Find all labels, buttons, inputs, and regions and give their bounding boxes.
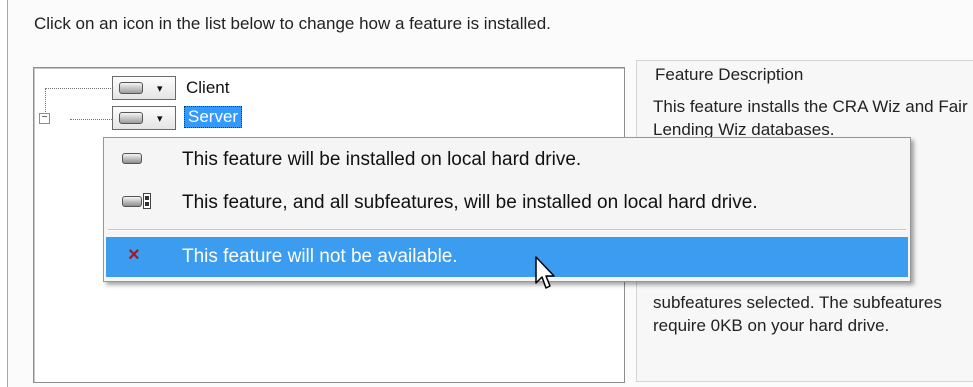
menu-item-label: This feature will not be available. <box>182 246 458 267</box>
feature-description-text: This feature installs the CRA Wiz and Fa… <box>653 97 968 139</box>
tree-item-label[interactable]: Client <box>184 78 231 98</box>
menu-separator <box>108 229 906 231</box>
menu-item-not-available[interactable]: × This feature will not be available. <box>106 237 908 277</box>
feature-description-heading: Feature Description <box>655 65 804 84</box>
menu-item-install-local[interactable]: This feature will be installed on local … <box>106 141 908 179</box>
tree-connector <box>45 88 115 89</box>
tree-connector <box>70 119 114 120</box>
menu-item-install-all-local[interactable]: This feature, and all subfeatures, will … <box>106 184 908 222</box>
red-x-icon: × <box>128 244 140 266</box>
hard-drive-icon <box>119 112 143 124</box>
hard-drive-icon <box>116 152 146 170</box>
collapse-toggle-icon[interactable]: − <box>39 113 50 124</box>
menu-item-label: This feature, and all subfeatures, will … <box>182 192 758 213</box>
install-state-menu: This feature will be installed on local … <box>103 137 911 282</box>
menu-item-label: This feature will be installed on local … <box>182 149 582 170</box>
feature-state-dropdown[interactable]: ▾ <box>112 106 176 130</box>
hard-drive-icon <box>119 82 143 94</box>
hard-drive-subfeatures-icon <box>116 193 151 213</box>
chevron-down-icon: ▾ <box>157 83 163 95</box>
chevron-down-icon: ▾ <box>157 113 163 125</box>
tree-item-label[interactable]: Server <box>184 106 243 128</box>
instruction-text: Click on an icon in the list below to ch… <box>34 14 551 33</box>
feature-state-dropdown[interactable]: ▾ <box>112 76 176 100</box>
mouse-pointer-icon <box>535 256 555 289</box>
feature-description-size-text: subfeatures selected. The subfeatures re… <box>653 293 942 335</box>
